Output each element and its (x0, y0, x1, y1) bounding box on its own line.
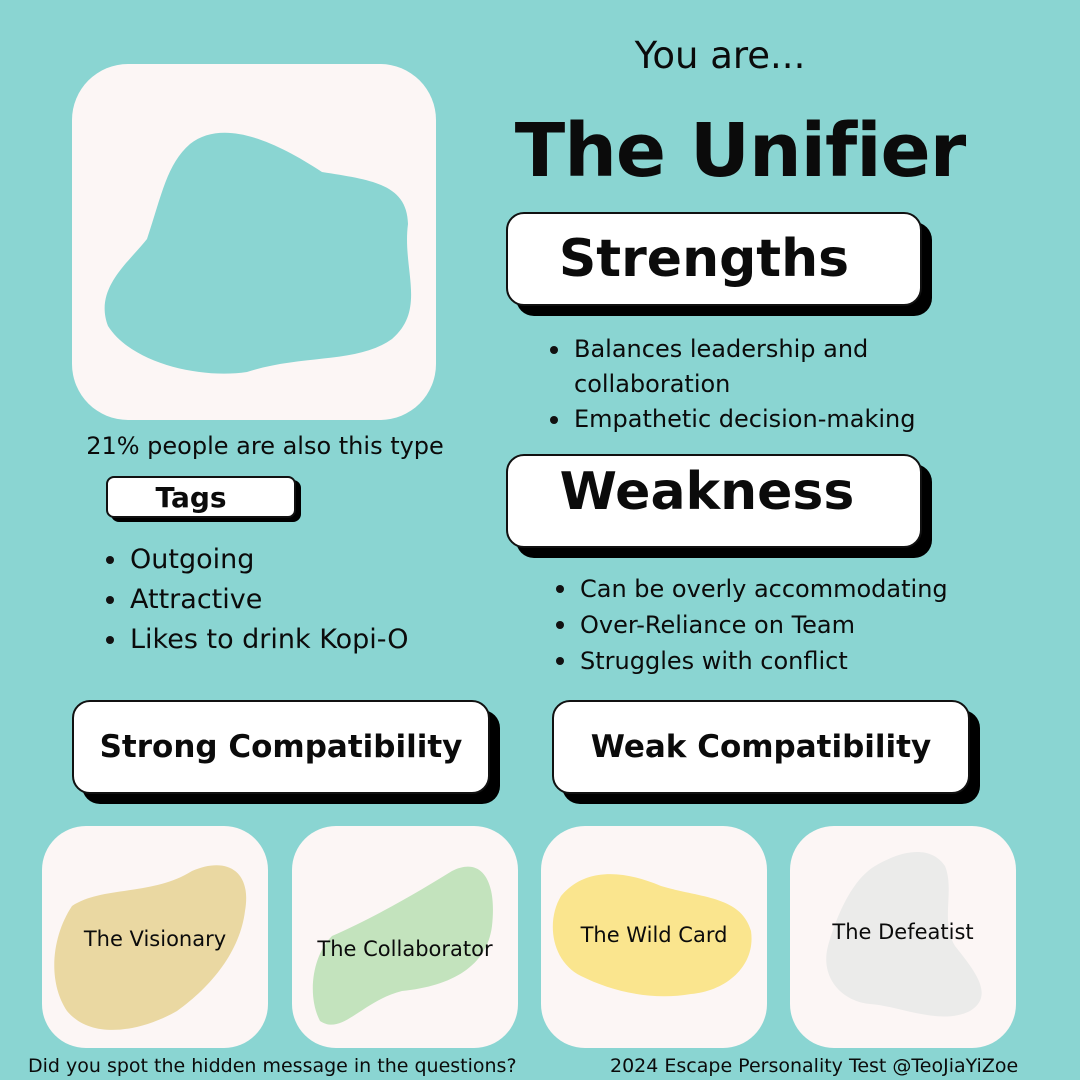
list-item: Likes to drink Kopi-O (104, 620, 464, 660)
list-item: Outgoing (104, 540, 464, 580)
personality-type-title: The Unifier (514, 108, 967, 194)
percentage-text: 21% people are also this type (86, 432, 444, 460)
weakness-heading: Weakness (506, 454, 922, 548)
list-item: Empathetic decision-making (548, 402, 968, 437)
footer-credit-text: 2024 Escape Personality Test @TeoJiaYiZo… (610, 1055, 1019, 1077)
tags-list: Outgoing Attractive Likes to drink Kopi-… (104, 540, 464, 660)
list-item: Struggles with conflict (554, 643, 1014, 679)
compat-card-visionary[interactable]: The Visionary (42, 826, 268, 1048)
compat-card-collaborator[interactable]: The Collaborator (292, 826, 518, 1048)
weakness-list: Can be overly accommodating Over-Relianc… (554, 571, 1014, 679)
strong-compatibility-heading: Strong Compatibility (72, 700, 490, 794)
compat-name: The Visionary (83, 927, 227, 951)
weak-compatibility-heading: Weak Compatibility (552, 700, 970, 794)
list-item: Over-Reliance on Team (554, 607, 1014, 643)
compat-name: The Collaborator (317, 937, 493, 961)
compat-card-wild-card[interactable]: The Wild Card (541, 826, 767, 1048)
personality-avatar-card (72, 64, 436, 420)
personality-blob-icon (104, 132, 412, 374)
list-item: Balances leadership and collaboration (548, 332, 968, 402)
compat-card-defeatist[interactable]: The Defeatist (790, 826, 1016, 1048)
strengths-list: Balances leadership and collaboration Em… (548, 332, 968, 437)
list-item: Attractive (104, 580, 464, 620)
strengths-heading: Strengths (506, 212, 922, 306)
compat-name: The Wild Card (580, 923, 728, 947)
tags-heading: Tags (106, 476, 296, 518)
intro-text: You are... (634, 34, 806, 77)
list-item: Can be overly accommodating (554, 571, 1014, 607)
compat-name: The Defeatist (832, 920, 974, 944)
footer-hidden-message-text: Did you spot the hidden message in the q… (28, 1055, 517, 1077)
